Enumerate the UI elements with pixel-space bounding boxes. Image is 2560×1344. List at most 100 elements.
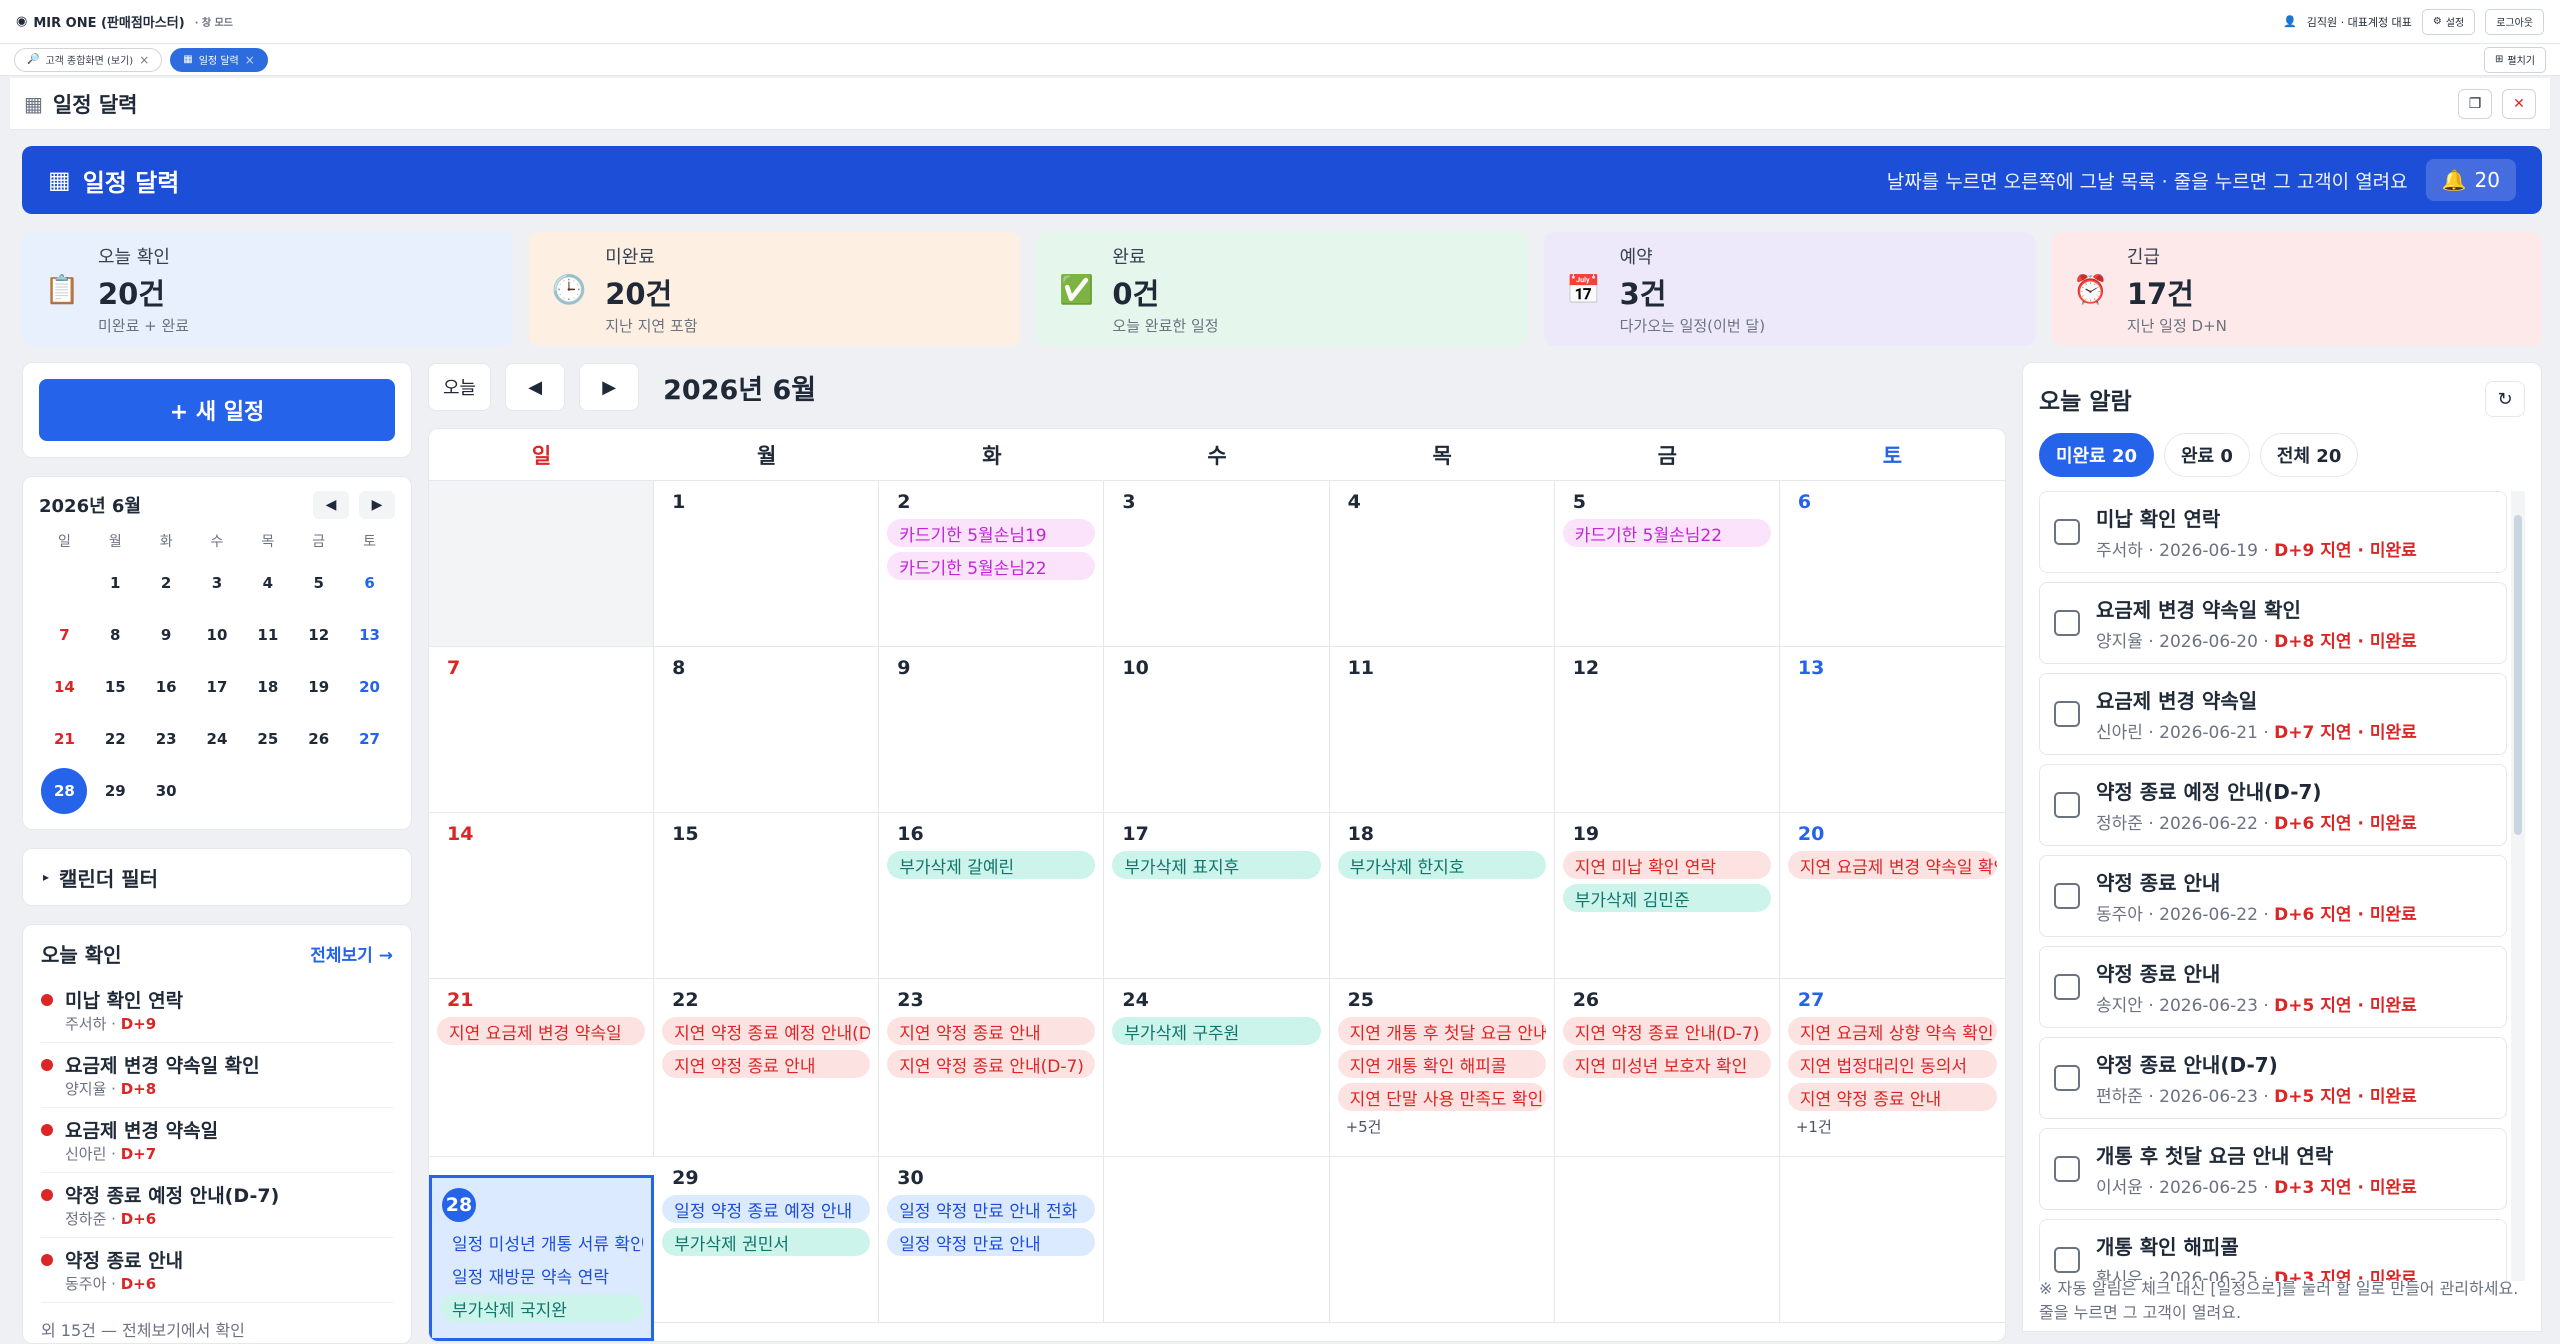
mini-day[interactable]: 28 <box>39 768 90 814</box>
mini-day[interactable]: 16 <box>141 665 192 709</box>
calendar-day-cell[interactable]: 22 지연 약정 종료 예정 안내(D-7) 지연 약정 종료 안내 <box>654 979 880 1157</box>
calendar-event[interactable]: 지연 법정대리인 동의서 <box>1787 1050 1997 1078</box>
calendar-event[interactable]: 지연 개통 후 첫달 요금 안내 연락 <box>1337 1017 1546 1045</box>
calendar-event[interactable]: 부가삭제 갈예린 <box>887 851 1096 879</box>
tab-customer-overview[interactable]: 🔎 고객 종합화면 (보기) × <box>14 47 163 72</box>
calendar-day-cell[interactable]: 6 <box>1779 481 2005 647</box>
next-month-button[interactable]: ▶ <box>579 363 640 411</box>
calendar-day-cell[interactable]: 29 일정 약정 종료 예정 안내 부가삭제 권민서 <box>654 1157 880 1323</box>
checkbox[interactable] <box>2054 1247 2080 1273</box>
mini-day[interactable]: 13 <box>344 613 395 657</box>
mini-day[interactable]: 12 <box>293 613 344 657</box>
calendar-day-cell[interactable]: 13 <box>1779 647 2005 813</box>
mini-day[interactable]: 7 <box>39 613 90 657</box>
alarm-tab[interactable]: 완료 0 <box>2164 433 2250 477</box>
calendar-event[interactable]: 지연 약정 종료 안내(D-7) <box>1562 1017 1771 1045</box>
calendar-event[interactable]: 부가삭제 권민서 <box>662 1228 871 1256</box>
calendar-day-cell[interactable]: 30 일정 약정 만료 안내 전화 일정 약정 만료 안내 <box>879 1157 1105 1323</box>
calendar-event[interactable]: 지연 개통 확인 해피콜 <box>1337 1050 1546 1078</box>
calendar-day-cell[interactable]: 18 부가삭제 한지호 <box>1329 813 1555 979</box>
calendar-event[interactable]: 지연 약정 종료 안내 <box>662 1050 871 1078</box>
next-month-button[interactable]: ▶ <box>359 491 395 519</box>
restore-button[interactable]: ❐ <box>2458 88 2492 119</box>
mini-day[interactable]: 25 <box>242 717 293 761</box>
alarm-item[interactable]: 약정 종료 안내 송지안 · 2026-06-23 · D+5 지연 · 미완료 <box>2039 946 2507 1028</box>
tab-schedule-calendar[interactable]: ▦ 일정 달력 × <box>170 47 268 72</box>
mini-day[interactable]: 19 <box>293 665 344 709</box>
calendar-event[interactable]: 부가삭제 구주원 <box>1112 1017 1321 1045</box>
list-item[interactable]: 약정 종료 안내 동주아 · D+6 <box>41 1238 393 1303</box>
alarm-item[interactable]: 요금제 변경 약속일 확인 양지율 · 2026-06-20 · D+8 지연 ·… <box>2039 582 2507 664</box>
more-events-link[interactable]: +1건 <box>1788 1116 1997 1137</box>
calendar-event[interactable]: 지연 미납 확인 연락 <box>1562 851 1771 879</box>
calendar-day-cell[interactable]: 12 <box>1554 647 1780 813</box>
checkbox[interactable] <box>2054 610 2080 636</box>
logout-button[interactable]: 로그아웃 <box>2485 8 2544 35</box>
list-item[interactable]: 요금제 변경 약속일 신아린 · D+7 <box>41 1108 393 1173</box>
calendar-day-cell[interactable]: 1 <box>654 481 880 647</box>
calendar-day-cell[interactable]: 2 카드기한 5월손님19 카드기한 5월손님22 <box>879 481 1105 647</box>
calendar-day-cell[interactable]: 9 <box>879 647 1105 813</box>
mini-day[interactable]: 30 <box>141 769 192 813</box>
calendar-day-cell[interactable]: 19 지연 미납 확인 연락 부가삭제 김민준 <box>1554 813 1780 979</box>
mini-day[interactable]: 6 <box>344 561 395 605</box>
calendar-event[interactable]: 지연 미성년 보호자 확인 <box>1562 1050 1771 1078</box>
calendar-day-cell[interactable]: 16 부가삭제 갈예린 <box>879 813 1105 979</box>
prev-month-button[interactable]: ◀ <box>313 491 349 519</box>
mini-day[interactable]: 5 <box>293 561 344 605</box>
checkbox[interactable] <box>2054 1156 2080 1182</box>
calendar-event[interactable]: 일정 약정 종료 예정 안내 <box>662 1195 871 1223</box>
alarm-tab[interactable]: 전체 20 <box>2259 433 2359 477</box>
mini-day[interactable]: 4 <box>242 561 293 605</box>
calendar-event[interactable]: 지연 약정 종료 예정 안내(D-7) <box>662 1017 871 1045</box>
mini-day[interactable]: 8 <box>90 613 141 657</box>
mini-day[interactable]: 11 <box>242 613 293 657</box>
alarm-item[interactable]: 개통 후 첫달 요금 안내 연락 이서윤 · 2026-06-25 · D+3 지… <box>2039 1128 2507 1210</box>
calendar-event[interactable]: 지연 단말 사용 만족도 확인 <box>1337 1083 1546 1111</box>
calendar-event[interactable]: 카드기한 5월손님22 <box>1562 519 1771 547</box>
calendar-day-cell[interactable]: 26 지연 약정 종료 안내(D-7) 지연 미성년 보호자 확인 <box>1554 979 1780 1157</box>
alarm-tab[interactable]: 미완료 20 <box>2039 433 2154 477</box>
close-icon[interactable]: × <box>245 53 255 67</box>
today-button[interactable]: 오늘 <box>428 363 492 411</box>
mini-day[interactable]: 15 <box>90 665 141 709</box>
calendar-day-cell[interactable]: 3 <box>1104 481 1330 647</box>
calendar-event[interactable]: 카드기한 5월손님19 <box>887 519 1096 547</box>
checkbox[interactable] <box>2054 792 2080 818</box>
calendar-day-cell[interactable]: 7 <box>429 647 655 813</box>
alarm-item[interactable]: 요금제 변경 약속일 신아린 · 2026-06-21 · D+7 지연 · 미완… <box>2039 673 2507 755</box>
mini-day[interactable]: 24 <box>192 717 243 761</box>
prev-month-button[interactable]: ◀ <box>505 363 566 411</box>
calendar-event[interactable]: 일정 약정 만료 안내 전화 <box>887 1195 1096 1223</box>
calendar-event[interactable]: 지연 요금제 변경 약속일 <box>437 1017 646 1045</box>
calendar-event[interactable]: 지연 약정 종료 안내 <box>1787 1083 1997 1111</box>
more-events-link[interactable]: +5건 <box>1338 1116 1546 1137</box>
checkbox[interactable] <box>2054 883 2080 909</box>
calendar-day-cell[interactable]: 11 <box>1329 647 1555 813</box>
calendar-day-cell[interactable]: 15 <box>654 813 880 979</box>
calendar-event[interactable]: 일정 재방문 약속 연락 <box>440 1261 644 1289</box>
calendar-day-cell[interactable]: 27 지연 요금제 상향 약속 확인 지연 법정대리인 동의서 지연 약정 종료 안내… <box>1779 979 2005 1157</box>
notification-button[interactable]: 🔔 20 <box>2425 159 2516 201</box>
mini-day[interactable]: 14 <box>39 665 90 709</box>
alarm-item[interactable]: 약정 종료 안내 동주아 · 2026-06-22 · D+6 지연 · 미완료 <box>2039 855 2507 937</box>
mini-day[interactable]: 2 <box>141 561 192 605</box>
checkbox[interactable] <box>2054 701 2080 727</box>
calendar-day-cell[interactable]: 20 지연 요금제 변경 약속일 확인 <box>1779 813 2005 979</box>
calendar-event[interactable]: 부가삭제 표지후 <box>1112 851 1321 879</box>
alarm-item[interactable]: 약정 종료 안내(D-7) 편하준 · 2026-06-23 · D+5 지연 ·… <box>2039 1037 2507 1119</box>
mini-day[interactable]: 22 <box>90 717 141 761</box>
scrollbar[interactable] <box>2511 491 2525 1281</box>
mini-day[interactable]: 29 <box>90 769 141 813</box>
calendar-event[interactable]: 부가삭제 한지호 <box>1337 851 1546 879</box>
list-item[interactable]: 약정 종료 예정 안내(D-7) 정하준 · D+6 <box>41 1173 393 1238</box>
mini-day[interactable]: 26 <box>293 717 344 761</box>
calendar-day-cell[interactable]: 10 <box>1104 647 1330 813</box>
calendar-day-cell[interactable]: 24 부가삭제 구주원 <box>1104 979 1330 1157</box>
calendar-day-cell[interactable]: 14 <box>429 813 655 979</box>
mini-day[interactable]: 18 <box>242 665 293 709</box>
settings-button[interactable]: ⚙ 설정 <box>2421 8 2476 35</box>
calendar-event[interactable]: 지연 약정 종료 안내 <box>887 1017 1096 1045</box>
calendar-day-cell[interactable]: 5 카드기한 5월손님22 <box>1554 481 1780 647</box>
alarm-item[interactable]: 개통 확인 해피콜 황시우 · 2026-06-25 · D+3 지연 · 미완료 <box>2039 1219 2507 1281</box>
